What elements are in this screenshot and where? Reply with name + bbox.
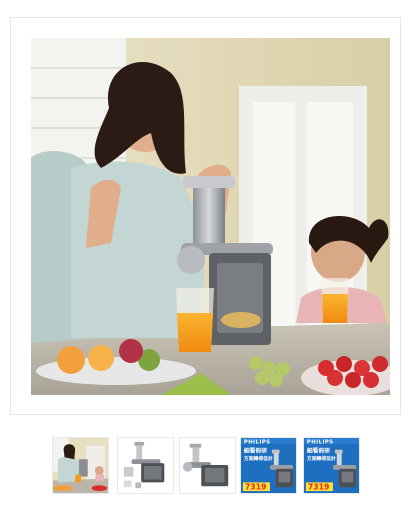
thumbnail-product-side-image xyxy=(180,438,235,493)
thumbnail-product-accessories-image xyxy=(118,438,173,493)
main-product-photo[interactable] xyxy=(31,38,390,395)
promo-1-brand: PHILIPS xyxy=(244,439,271,445)
promo-2-brand: PHILIPS xyxy=(307,439,334,445)
promo-2-headline: 細看冊研 xyxy=(307,446,330,454)
promo-1-headline: 細看冊研 xyxy=(244,446,267,454)
thumbnail-lifestyle[interactable] xyxy=(52,437,109,494)
main-image-frame xyxy=(10,17,401,415)
promo-1-subline: 方案轉得信計 xyxy=(244,455,273,462)
promo-1-price: 7319 xyxy=(245,483,266,492)
promo-2-price: 7319 xyxy=(308,483,329,492)
thumbnail-lifestyle-image xyxy=(53,438,108,493)
thumbnail-promo-1[interactable]: PHILIPS 細看冊研 方案轉得信計 7319 xyxy=(240,437,297,494)
thumbnail-strip: PHILIPS 細看冊研 方案轉得信計 7319 PHILIPS 細看冊研 方案… xyxy=(0,437,403,495)
promo-2-subline: 方案轉得信計 xyxy=(307,455,336,462)
thumbnail-product-accessories[interactable] xyxy=(117,437,174,494)
thumbnail-promo-2-image: PHILIPS 細看冊研 方案轉得信計 7319 xyxy=(304,438,359,493)
thumbnail-promo-2[interactable]: PHILIPS 細看冊研 方案轉得信計 7319 xyxy=(303,437,360,494)
thumbnail-promo-1-image: PHILIPS 細看冊研 方案轉得信計 7319 xyxy=(241,438,296,493)
thumbnail-product-side[interactable] xyxy=(179,437,236,494)
